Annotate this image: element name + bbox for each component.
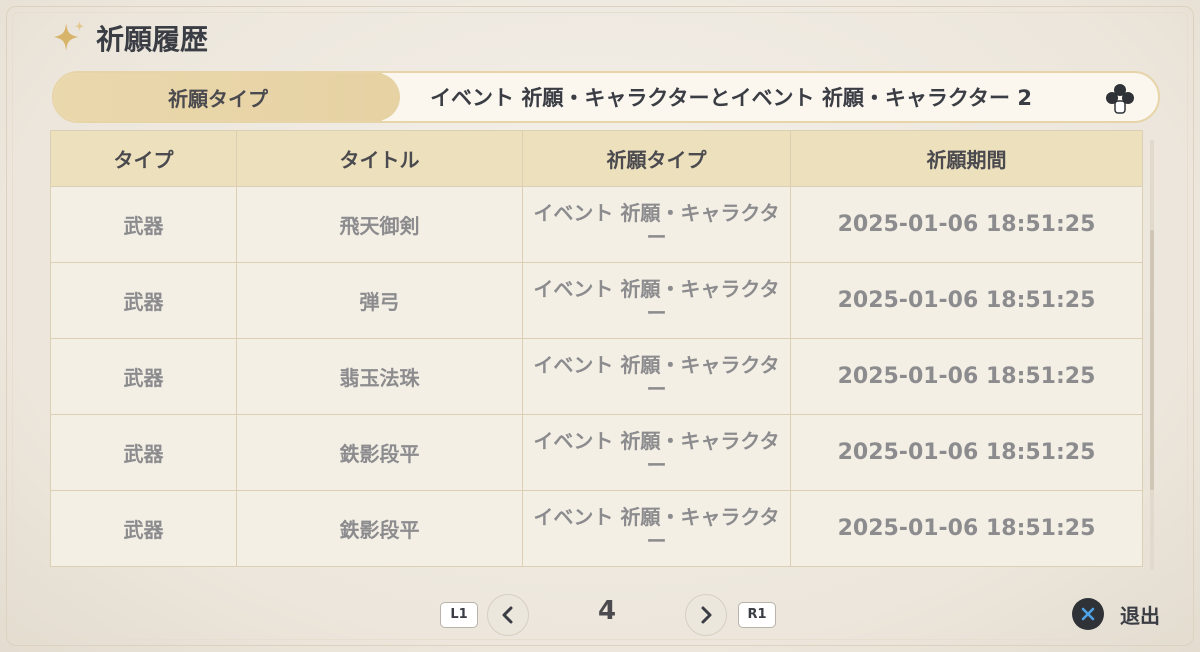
cell-title: 弾弓 — [236, 262, 523, 339]
cell-period: 2025-01-06 18:51:25 — [790, 338, 1143, 415]
cell-period: 2025-01-06 18:51:25 — [790, 186, 1143, 263]
dpad-icon[interactable] — [1104, 82, 1136, 114]
page-title: 祈願履歴 — [96, 23, 209, 56]
cell-period: 2025-01-06 18:51:25 — [790, 262, 1143, 339]
cell-gacha-type: イベント 祈願・キャラクター — [522, 414, 791, 491]
r1-button-hint: R1 — [738, 602, 776, 628]
exit-label: 退出 — [1120, 603, 1160, 628]
prev-page-button[interactable] — [487, 594, 529, 636]
cell-type: 武器 — [50, 186, 237, 263]
cell-title: 鉄影段平 — [236, 414, 523, 491]
header: 祈願履歴 — [50, 16, 208, 60]
table-row: 武器 翡玉法珠 イベント 祈願・キャラクター 2025-01-06 18:51:… — [50, 338, 1143, 415]
cell-title: 鉄影段平 — [236, 490, 523, 567]
cell-gacha-type: イベント 祈願・キャラクター — [522, 186, 791, 263]
l1-button-hint: L1 — [440, 602, 478, 628]
filter-label: 祈願タイプ — [168, 86, 268, 111]
table-row: 武器 弾弓 イベント 祈願・キャラクター 2025-01-06 18:51:25 — [50, 262, 1143, 339]
pagination: L1 4 R1 — [0, 592, 1200, 636]
chevron-right-icon — [701, 606, 712, 624]
gacha-type-filter[interactable]: 祈願タイプ イベント 祈願・キャラクターとイベント 祈願・キャラクター 2 — [52, 71, 1160, 123]
table-row: 武器 鉄影段平 イベント 祈願・キャラクター 2025-01-06 18:51:… — [50, 414, 1143, 491]
cell-period: 2025-01-06 18:51:25 — [790, 490, 1143, 567]
filter-label-box: 祈願タイプ — [54, 73, 400, 121]
page-number: 4 — [597, 596, 617, 626]
scrollbar[interactable] — [1150, 140, 1154, 570]
table-row: 武器 飛天御剣 イベント 祈願・キャラクター 2025-01-06 18:51:… — [50, 186, 1143, 263]
sparkle-icon — [53, 20, 85, 52]
next-page-button[interactable] — [685, 594, 727, 636]
table-row: 武器 鉄影段平 イベント 祈願・キャラクター 2025-01-06 18:51:… — [50, 490, 1143, 567]
history-table: タイプ タイトル 祈願タイプ 祈願期間 武器 飛天御剣 イベント 祈願・キャラク… — [50, 130, 1143, 567]
exit-button[interactable]: 退出 — [1072, 598, 1160, 630]
cell-period: 2025-01-06 18:51:25 — [790, 414, 1143, 491]
column-header-title: タイトル — [236, 130, 523, 187]
cell-type: 武器 — [50, 490, 237, 567]
cell-gacha-type: イベント 祈願・キャラクター — [522, 490, 791, 567]
cell-type: 武器 — [50, 414, 237, 491]
filter-value[interactable]: イベント 祈願・キャラクターとイベント 祈願・キャラクター 2 — [384, 73, 1078, 121]
table-header-row: タイプ タイトル 祈願タイプ 祈願期間 — [50, 130, 1143, 187]
column-header-period: 祈願期間 — [790, 130, 1143, 187]
cell-type: 武器 — [50, 262, 237, 339]
cell-type: 武器 — [50, 338, 237, 415]
cell-gacha-type: イベント 祈願・キャラクター — [522, 262, 791, 339]
column-header-type: タイプ — [50, 130, 237, 187]
cross-button-icon — [1072, 598, 1104, 630]
scrollbar-thumb[interactable] — [1150, 230, 1154, 490]
column-header-gacha-type: 祈願タイプ — [522, 130, 791, 187]
cell-title: 飛天御剣 — [236, 186, 523, 263]
cell-gacha-type: イベント 祈願・キャラクター — [522, 338, 791, 415]
cell-title: 翡玉法珠 — [236, 338, 523, 415]
chevron-left-icon — [502, 606, 513, 624]
